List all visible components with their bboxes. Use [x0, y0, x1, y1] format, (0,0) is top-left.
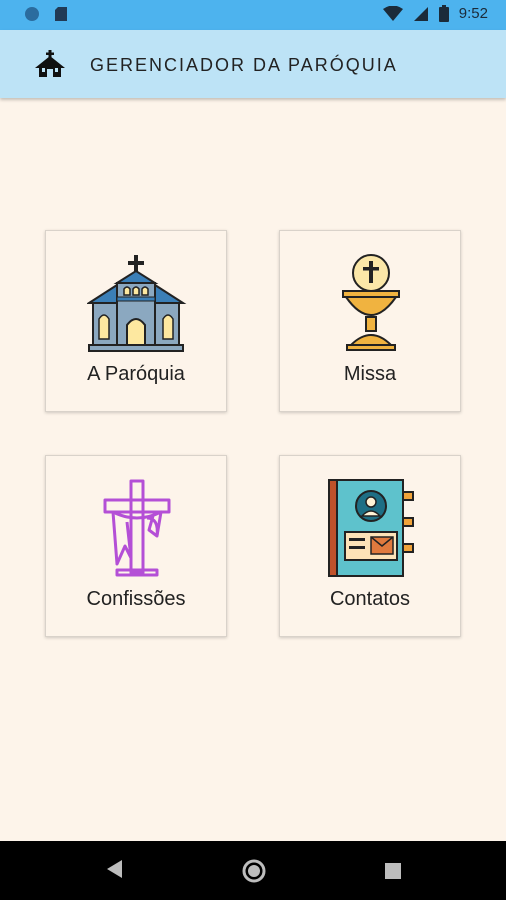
cross-icon — [103, 479, 171, 577]
sd-card-icon — [55, 7, 67, 21]
wifi-icon — [382, 5, 403, 21]
battery-icon — [438, 5, 449, 22]
church-icon — [87, 255, 187, 352]
navigation-bar — [0, 841, 506, 900]
clock: 9:52 — [458, 5, 488, 22]
chalice-icon — [342, 254, 400, 351]
menu-item-mass[interactable]: Missa — [279, 230, 461, 412]
menu-item-label: Missa — [343, 363, 397, 385]
back-icon[interactable] — [104, 857, 124, 881]
status-bar: 9:52 — [0, 0, 506, 30]
contact-book-icon — [328, 479, 414, 577]
church-home-icon — [35, 50, 65, 77]
page-title: GERENCIADOR DA PARÓQUIA — [90, 55, 398, 75]
signal-icon — [413, 6, 428, 21]
menu-item-label: Confissões — [86, 588, 186, 610]
app-bar: GERENCIADOR DA PARÓQUIA — [0, 30, 506, 98]
menu-item-confessions[interactable]: Confissões — [45, 455, 227, 637]
menu-item-parish[interactable]: A Paróquia — [45, 230, 227, 412]
home-circle-icon[interactable] — [242, 859, 266, 883]
notification-dot-icon — [25, 7, 39, 21]
menu-item-label: Contatos — [329, 588, 411, 610]
recents-icon[interactable] — [384, 862, 402, 880]
menu-item-contacts[interactable]: Contatos — [279, 455, 461, 637]
menu-item-label: A Paróquia — [87, 363, 185, 385]
